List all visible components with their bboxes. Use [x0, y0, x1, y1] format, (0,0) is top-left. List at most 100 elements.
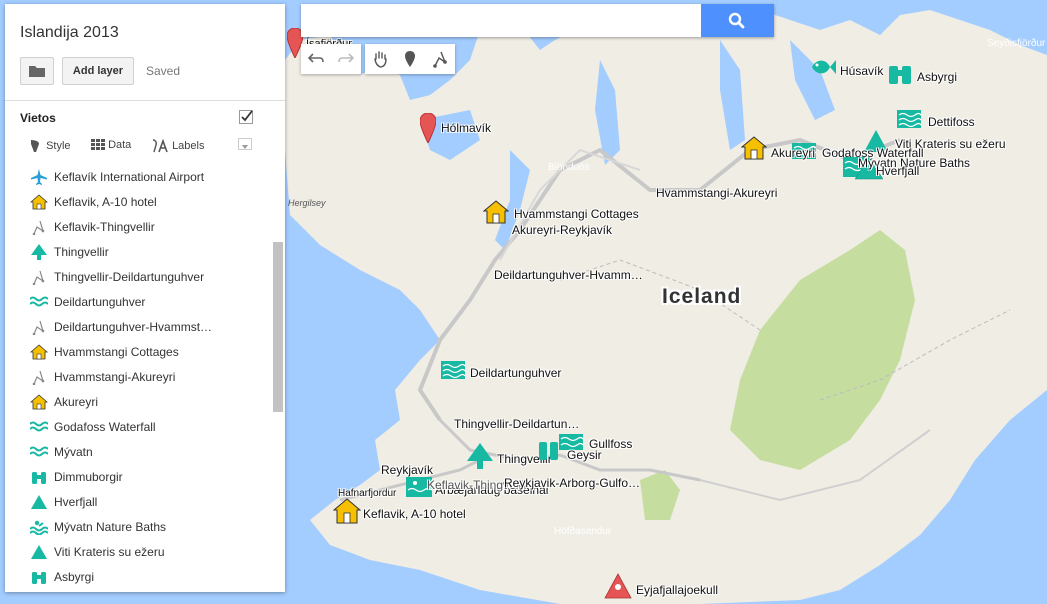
- place-label: Akureyri: [771, 146, 816, 160]
- style-button[interactable]: Style: [29, 139, 71, 153]
- fish-icon[interactable]: [810, 56, 836, 78]
- feature-list-item[interactable]: Akureyri: [5, 389, 275, 414]
- add-layer-button[interactable]: Add layer: [62, 57, 134, 85]
- feature-list-item[interactable]: Thingvellir: [5, 239, 275, 264]
- feature-list-item[interactable]: Keflavik, A-10 hotel: [5, 189, 275, 214]
- route-label: Deildartunguhver-Hvamm…: [494, 268, 643, 282]
- place-label: Hvammstangi Cottages: [514, 207, 639, 221]
- feature-label: Keflavik, A-10 hotel: [54, 194, 157, 209]
- map-title[interactable]: Islandija 2013: [20, 24, 119, 42]
- divider: [5, 100, 285, 101]
- place-label: Geysir: [567, 448, 602, 462]
- feature-list: Keflavík International Airport Keflavik, …: [5, 164, 275, 589]
- search-button[interactable]: [701, 4, 774, 37]
- city-label: Reykjavík: [381, 463, 434, 477]
- undo-icon: [308, 53, 324, 63]
- waves-icon[interactable]: [441, 361, 465, 379]
- layer-visibility-checkbox[interactable]: [239, 110, 255, 124]
- search-icon: [728, 12, 745, 29]
- feature-list-item[interactable]: Mývatn Nature Baths: [5, 514, 275, 539]
- hand-icon: [374, 51, 387, 68]
- route-icon: [30, 318, 48, 336]
- route-icon: [30, 368, 48, 386]
- place-label: Deildartunguhver: [470, 366, 562, 380]
- place-label: Eyjafjallajoekull: [636, 583, 719, 597]
- draw-line-button[interactable]: [425, 44, 455, 74]
- feature-list-item[interactable]: Deildartunguhver-Hvammst…: [5, 314, 275, 339]
- route-icon: [30, 268, 48, 286]
- redo-icon: [338, 53, 354, 63]
- house-icon[interactable]: [483, 200, 509, 224]
- map-pin-icon[interactable]: [420, 113, 436, 143]
- house-icon[interactable]: [741, 136, 767, 160]
- waves-icon: [30, 293, 48, 311]
- feature-label: Godafoss Waterfall: [54, 419, 156, 434]
- layer-options-button[interactable]: [238, 138, 252, 150]
- binoculars-icon: [30, 568, 48, 586]
- feature-label: Deildartunguhver-Hvammst…: [54, 319, 213, 334]
- search-input[interactable]: [301, 4, 701, 37]
- binoculars-icon[interactable]: [888, 62, 912, 86]
- house-icon: [30, 343, 48, 361]
- volcano-icon[interactable]: [604, 573, 632, 599]
- map-sidebar: Islandija 2013 Add layer Saved Vietos St…: [5, 4, 285, 592]
- feature-list-item[interactable]: Thingvellir-Deildartunguhver: [5, 264, 275, 289]
- labels-icon: [152, 138, 168, 153]
- house-icon: [30, 393, 48, 411]
- feature-list-item[interactable]: Keflavík International Airport: [5, 164, 275, 189]
- scrollbar[interactable]: [273, 242, 283, 412]
- undo-button[interactable]: [301, 44, 331, 74]
- town-label: Blönduós: [548, 162, 590, 173]
- feature-label: Keflavik-Thingvellir: [54, 219, 155, 234]
- feature-label: Dimmuborgir: [54, 469, 123, 484]
- airplane-icon: [30, 168, 48, 186]
- feature-list-item[interactable]: Hvammstangi Cottages: [5, 339, 275, 364]
- waves-icon: [30, 443, 48, 461]
- feature-list-item[interactable]: Hverfjall: [5, 489, 275, 514]
- house-icon[interactable]: [333, 498, 361, 524]
- feature-label: Asbyrgi: [54, 569, 95, 584]
- pan-hand-button[interactable]: [365, 44, 395, 74]
- place-label: Húsavík: [840, 64, 884, 78]
- place-label: Asbyrgi: [917, 70, 958, 84]
- feature-label: Viti Krateris su ežeru: [54, 544, 165, 559]
- binoculars-icon: [30, 468, 48, 486]
- open-map-button[interactable]: [20, 57, 54, 85]
- tree-icon: [30, 243, 48, 261]
- mountain-icon: [30, 493, 48, 511]
- feature-label: Mývatn: [54, 444, 93, 459]
- feature-list-item[interactable]: Hvammstangi-Akureyri: [5, 364, 275, 389]
- place-label: Hólmavík: [441, 121, 492, 135]
- town-label: Höfðasandur: [554, 526, 612, 537]
- feature-label: Keflavík International Airport: [54, 169, 205, 184]
- feature-label: Akureyri: [54, 394, 99, 409]
- redo-button[interactable]: [331, 44, 361, 74]
- feature-label: Deildartunguhver: [54, 294, 146, 309]
- feature-label: Hvammstangi Cottages: [54, 344, 179, 359]
- feature-label: Hvammstangi-Akureyri: [54, 369, 176, 384]
- route-label: Reykjavik-Arborg-Gulfo…: [504, 476, 641, 490]
- waves-icon[interactable]: [897, 110, 921, 128]
- style-label: Style: [46, 140, 71, 152]
- folder-icon: [29, 66, 45, 77]
- feature-list-item[interactable]: Viti Krateris su ežeru: [5, 539, 275, 564]
- data-label: Data: [108, 139, 132, 152]
- feature-list-item[interactable]: Keflavik-Thingvellir: [5, 214, 275, 239]
- add-marker-button[interactable]: [395, 44, 425, 74]
- data-button[interactable]: Data: [91, 139, 131, 151]
- feature-list-item[interactable]: Dimmuborgir: [5, 464, 275, 489]
- tree-icon[interactable]: [467, 443, 493, 469]
- place-label: Hverfjall: [876, 164, 920, 178]
- feature-label: Hverfjall: [54, 494, 98, 509]
- feature-list-item[interactable]: Mývatn: [5, 439, 275, 464]
- place-label: Keflavik, A-10 hotel: [363, 507, 466, 521]
- town-label: Seyðisfjörður: [987, 38, 1046, 49]
- country-label: Iceland: [662, 285, 742, 308]
- feature-list-item[interactable]: Godafoss Waterfall: [5, 414, 275, 439]
- feature-list-item[interactable]: Asbyrgi: [5, 564, 275, 589]
- labels-button[interactable]: Labels: [151, 138, 204, 153]
- undo-redo-group: [301, 44, 361, 74]
- layer-name[interactable]: Vietos: [20, 111, 56, 125]
- feature-list-item[interactable]: Deildartunguhver: [5, 289, 275, 314]
- feature-label: Mývatn Nature Baths: [54, 519, 167, 534]
